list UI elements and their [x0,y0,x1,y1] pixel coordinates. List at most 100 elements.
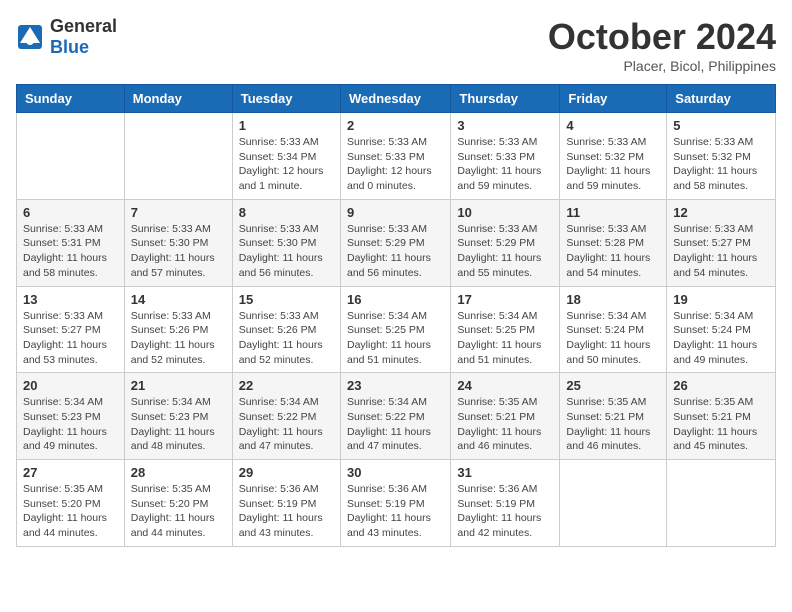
calendar-cell: 9Sunrise: 5:33 AM Sunset: 5:29 PM Daylig… [340,199,450,286]
day-info: Sunrise: 5:33 AM Sunset: 5:34 PM Dayligh… [239,135,334,194]
day-number: 17 [457,292,553,307]
day-number: 20 [23,378,118,393]
day-info: Sunrise: 5:34 AM Sunset: 5:24 PM Dayligh… [673,309,769,368]
logo-icon [16,23,44,51]
day-number: 10 [457,205,553,220]
day-number: 31 [457,465,553,480]
logo: General Blue [16,16,117,58]
day-info: Sunrise: 5:34 AM Sunset: 5:23 PM Dayligh… [23,395,118,454]
calendar-cell: 21 Sunrise: 5:34 AM Sunset: 5:23 PM Dayli… [124,373,232,460]
weekday-header-row: SundayMondayTuesdayWednesdayThursdayFrid… [17,85,776,113]
day-info: Sunrise: 5:33 AM Sunset: 5:26 PM Dayligh… [239,309,334,368]
weekday-header-saturday: Saturday [667,85,776,113]
calendar-cell: 27 Sunrise: 5:35 AM Sunset: 5:20 PM Dayli… [17,460,125,547]
day-info: Sunrise: 5:36 AM Sunset: 5:19 PM Dayligh… [457,482,553,541]
calendar-cell: 12 Sunrise: 5:33 AM Sunset: 5:27 PM Dayli… [667,199,776,286]
day-info: Sunrise: 5:33 AM Sunset: 5:28 PM Dayligh… [566,222,660,281]
calendar-cell: 22 Sunrise: 5:34 AM Sunset: 5:22 PM Dayli… [232,373,340,460]
week-row-5: 27 Sunrise: 5:35 AM Sunset: 5:20 PM Dayli… [17,460,776,547]
day-number: 3 [457,118,553,133]
day-info: Sunrise: 5:35 AM Sunset: 5:21 PM Dayligh… [457,395,553,454]
calendar-cell: 24Sunrise: 5:35 AM Sunset: 5:21 PM Dayli… [451,373,560,460]
day-info: Sunrise: 5:35 AM Sunset: 5:21 PM Dayligh… [566,395,660,454]
weekday-header-thursday: Thursday [451,85,560,113]
day-number: 19 [673,292,769,307]
location-title: Placer, Bicol, Philippines [548,58,776,74]
day-number: 6 [23,205,118,220]
calendar-cell: 18Sunrise: 5:34 AM Sunset: 5:24 PM Dayli… [560,286,667,373]
day-number: 1 [239,118,334,133]
calendar-cell: 28 Sunrise: 5:35 AM Sunset: 5:20 PM Dayli… [124,460,232,547]
day-info: Sunrise: 5:35 AM Sunset: 5:21 PM Dayligh… [673,395,769,454]
calendar-cell: 11Sunrise: 5:33 AM Sunset: 5:28 PM Dayli… [560,199,667,286]
week-row-4: 20 Sunrise: 5:34 AM Sunset: 5:23 PM Dayli… [17,373,776,460]
day-info: Sunrise: 5:35 AM Sunset: 5:20 PM Dayligh… [131,482,226,541]
day-number: 21 [131,378,226,393]
week-row-2: 6Sunrise: 5:33 AM Sunset: 5:31 PM Daylig… [17,199,776,286]
day-info: Sunrise: 5:35 AM Sunset: 5:20 PM Dayligh… [23,482,118,541]
day-info: Sunrise: 5:34 AM Sunset: 5:22 PM Dayligh… [239,395,334,454]
calendar-cell: 14Sunrise: 5:33 AM Sunset: 5:26 PM Dayli… [124,286,232,373]
calendar-cell [667,460,776,547]
calendar-cell [124,113,232,200]
day-number: 28 [131,465,226,480]
day-info: Sunrise: 5:33 AM Sunset: 5:29 PM Dayligh… [347,222,444,281]
day-number: 23 [347,378,444,393]
logo-text: General Blue [50,16,117,58]
title-area: October 2024 Placer, Bicol, Philippines [548,16,776,74]
day-info: Sunrise: 5:33 AM Sunset: 5:33 PM Dayligh… [347,135,444,194]
day-info: Sunrise: 5:33 AM Sunset: 5:32 PM Dayligh… [566,135,660,194]
calendar-cell: 31 Sunrise: 5:36 AM Sunset: 5:19 PM Dayli… [451,460,560,547]
day-number: 5 [673,118,769,133]
day-info: Sunrise: 5:33 AM Sunset: 5:27 PM Dayligh… [673,222,769,281]
calendar-cell: 4 Sunrise: 5:33 AM Sunset: 5:32 PM Daylig… [560,113,667,200]
day-info: Sunrise: 5:36 AM Sunset: 5:19 PM Dayligh… [347,482,444,541]
day-info: Sunrise: 5:36 AM Sunset: 5:19 PM Dayligh… [239,482,334,541]
logo-blue: Blue [50,37,89,57]
day-number: 7 [131,205,226,220]
calendar-cell: 13 Sunrise: 5:33 AM Sunset: 5:27 PM Dayli… [17,286,125,373]
day-number: 26 [673,378,769,393]
day-info: Sunrise: 5:33 AM Sunset: 5:26 PM Dayligh… [131,309,226,368]
day-number: 27 [23,465,118,480]
day-number: 16 [347,292,444,307]
calendar-cell: 26 Sunrise: 5:35 AM Sunset: 5:21 PM Dayli… [667,373,776,460]
calendar-cell: 6Sunrise: 5:33 AM Sunset: 5:31 PM Daylig… [17,199,125,286]
day-info: Sunrise: 5:34 AM Sunset: 5:23 PM Dayligh… [131,395,226,454]
day-number: 25 [566,378,660,393]
day-number: 2 [347,118,444,133]
month-title: October 2024 [548,16,776,58]
header: General Blue October 2024 Placer, Bicol,… [16,16,776,74]
day-number: 22 [239,378,334,393]
calendar-cell: 23Sunrise: 5:34 AM Sunset: 5:22 PM Dayli… [340,373,450,460]
logo-general: General [50,16,117,36]
calendar-cell: 8Sunrise: 5:33 AM Sunset: 5:30 PM Daylig… [232,199,340,286]
calendar-cell: 5Sunrise: 5:33 AM Sunset: 5:32 PM Daylig… [667,113,776,200]
day-number: 12 [673,205,769,220]
day-info: Sunrise: 5:33 AM Sunset: 5:27 PM Dayligh… [23,309,118,368]
calendar-cell: 3 Sunrise: 5:33 AM Sunset: 5:33 PM Daylig… [451,113,560,200]
day-info: Sunrise: 5:33 AM Sunset: 5:30 PM Dayligh… [131,222,226,281]
day-number: 4 [566,118,660,133]
day-info: Sunrise: 5:33 AM Sunset: 5:33 PM Dayligh… [457,135,553,194]
day-number: 29 [239,465,334,480]
calendar-cell: 1 Sunrise: 5:33 AM Sunset: 5:34 PM Daylig… [232,113,340,200]
day-number: 13 [23,292,118,307]
calendar-cell: 7 Sunrise: 5:33 AM Sunset: 5:30 PM Daylig… [124,199,232,286]
day-info: Sunrise: 5:33 AM Sunset: 5:29 PM Dayligh… [457,222,553,281]
calendar-cell: 29 Sunrise: 5:36 AM Sunset: 5:19 PM Dayli… [232,460,340,547]
day-info: Sunrise: 5:34 AM Sunset: 5:25 PM Dayligh… [457,309,553,368]
day-info: Sunrise: 5:34 AM Sunset: 5:25 PM Dayligh… [347,309,444,368]
weekday-header-tuesday: Tuesday [232,85,340,113]
calendar-cell: 15Sunrise: 5:33 AM Sunset: 5:26 PM Dayli… [232,286,340,373]
calendar-cell: 20 Sunrise: 5:34 AM Sunset: 5:23 PM Dayli… [17,373,125,460]
weekday-header-sunday: Sunday [17,85,125,113]
calendar-cell: 16 Sunrise: 5:34 AM Sunset: 5:25 PM Dayli… [340,286,450,373]
week-row-1: 1 Sunrise: 5:33 AM Sunset: 5:34 PM Daylig… [17,113,776,200]
calendar-cell: 2 Sunrise: 5:33 AM Sunset: 5:33 PM Daylig… [340,113,450,200]
day-info: Sunrise: 5:34 AM Sunset: 5:24 PM Dayligh… [566,309,660,368]
calendar-cell [560,460,667,547]
calendar-cell: 19 Sunrise: 5:34 AM Sunset: 5:24 PM Dayli… [667,286,776,373]
day-info: Sunrise: 5:33 AM Sunset: 5:30 PM Dayligh… [239,222,334,281]
day-number: 30 [347,465,444,480]
